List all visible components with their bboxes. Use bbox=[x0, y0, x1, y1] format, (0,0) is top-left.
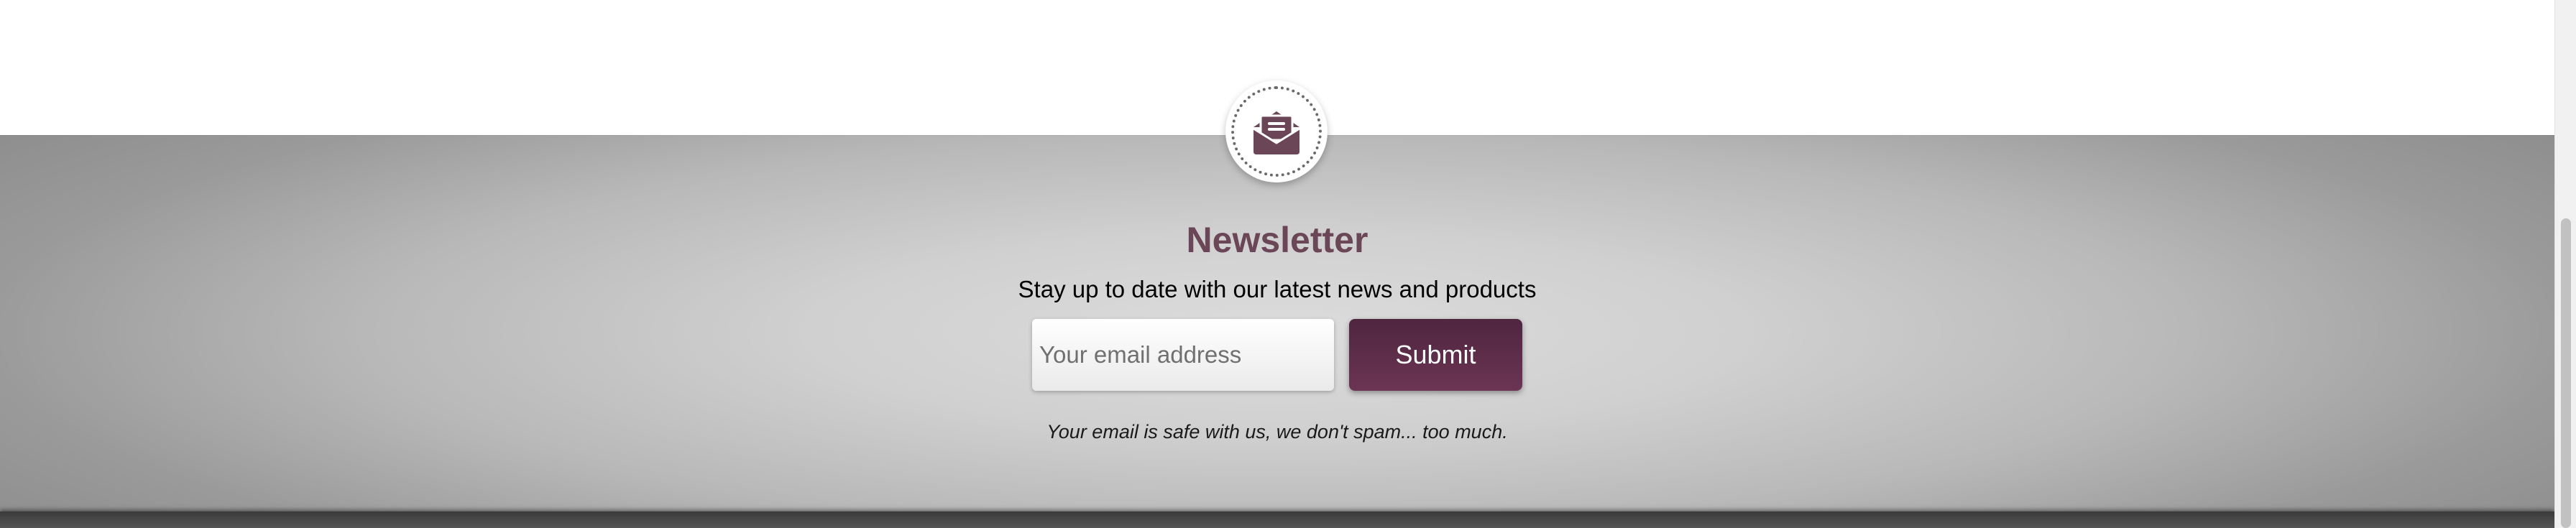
newsletter-badge-ring bbox=[1231, 86, 1322, 177]
newsletter-title: Newsletter bbox=[1186, 220, 1368, 260]
vertical-scrollbar[interactable] bbox=[2554, 0, 2576, 528]
footer-edge bbox=[0, 511, 2554, 528]
scrollbar-thumb[interactable] bbox=[2561, 218, 2571, 528]
privacy-disclaimer: Your email is safe with us, we don't spa… bbox=[1046, 421, 1508, 443]
newsletter-badge bbox=[1225, 80, 1328, 182]
open-envelope-letter-icon bbox=[1253, 111, 1300, 154]
page: Newsletter Stay up to date with our late… bbox=[0, 0, 2554, 528]
submit-button[interactable]: Submit bbox=[1349, 319, 1522, 391]
email-input[interactable] bbox=[1032, 319, 1334, 391]
newsletter-subtitle: Stay up to date with our latest news and… bbox=[1018, 276, 1537, 302]
newsletter-form: Submit bbox=[1032, 319, 1522, 391]
